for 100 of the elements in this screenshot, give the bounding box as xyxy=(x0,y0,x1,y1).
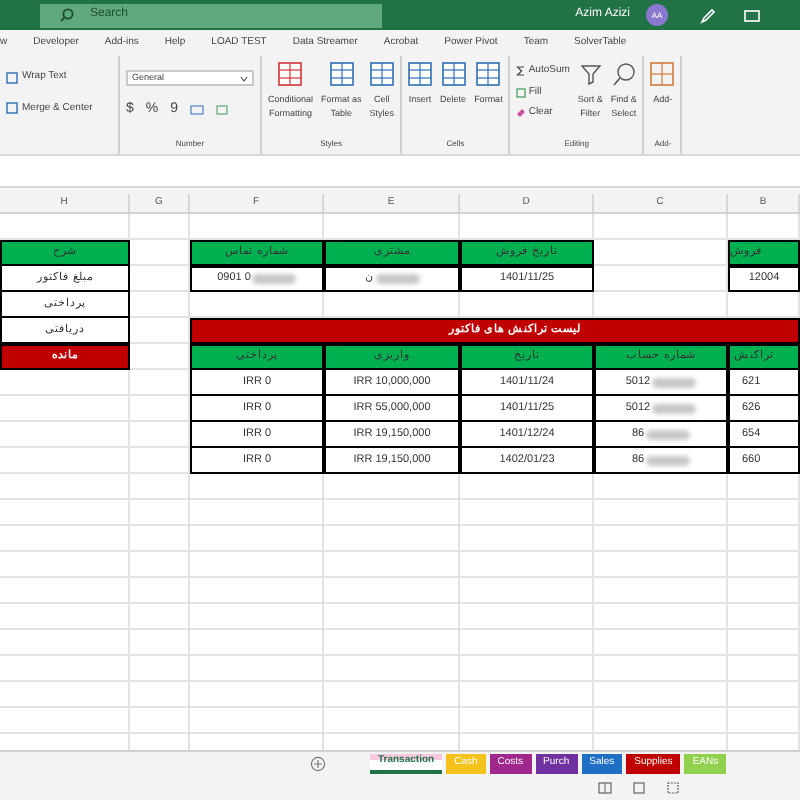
empty-cell[interactable] xyxy=(460,604,594,630)
empty-cell[interactable] xyxy=(190,552,324,578)
empty-cell[interactable] xyxy=(594,578,728,604)
empty-cell[interactable] xyxy=(130,656,190,682)
empty-cell[interactable] xyxy=(0,552,130,578)
empty-cell[interactable] xyxy=(190,682,324,708)
empty-cell[interactable] xyxy=(0,708,130,734)
empty-cell[interactable] xyxy=(728,578,800,604)
chevron-down-icon xyxy=(240,75,248,81)
empty-cell[interactable] xyxy=(130,578,190,604)
empty-cell[interactable] xyxy=(324,708,460,734)
empty-cell[interactable] xyxy=(0,422,130,448)
empty-cell[interactable] xyxy=(130,214,190,240)
empty-cell[interactable] xyxy=(324,630,460,656)
empty-cell[interactable] xyxy=(728,500,800,526)
empty-cell[interactable] xyxy=(190,708,324,734)
empty-cell[interactable] xyxy=(0,370,130,396)
empty-cell[interactable] xyxy=(594,266,728,292)
empty-cell[interactable] xyxy=(130,422,190,448)
empty-cell[interactable] xyxy=(324,526,460,552)
empty-cell[interactable] xyxy=(460,526,594,552)
empty-cell[interactable] xyxy=(460,656,594,682)
empty-cell[interactable] xyxy=(130,708,190,734)
empty-cell[interactable] xyxy=(594,500,728,526)
empty-cell[interactable] xyxy=(190,604,324,630)
empty-cell[interactable] xyxy=(190,578,324,604)
empty-cell[interactable] xyxy=(0,630,130,656)
empty-cell[interactable] xyxy=(0,656,130,682)
table-grid-icon xyxy=(441,62,466,86)
empty-cell[interactable] xyxy=(190,474,324,500)
empty-cell[interactable] xyxy=(324,500,460,526)
empty-cell[interactable] xyxy=(130,396,190,422)
empty-cell[interactable] xyxy=(594,552,728,578)
empty-cell[interactable] xyxy=(0,526,130,552)
empty-cell[interactable] xyxy=(728,656,800,682)
add-ins-icon xyxy=(650,62,675,86)
empty-cell[interactable] xyxy=(324,656,460,682)
empty-cell[interactable] xyxy=(324,604,460,630)
empty-cell[interactable] xyxy=(0,682,130,708)
empty-cell[interactable] xyxy=(190,630,324,656)
empty-cell[interactable] xyxy=(728,682,800,708)
empty-cell[interactable] xyxy=(130,266,190,292)
empty-cell[interactable] xyxy=(0,500,130,526)
empty-cell[interactable] xyxy=(0,448,130,474)
empty-cell[interactable] xyxy=(594,214,728,240)
empty-cell[interactable] xyxy=(130,448,190,474)
empty-cell[interactable] xyxy=(594,656,728,682)
empty-cell[interactable] xyxy=(130,526,190,552)
empty-cell[interactable] xyxy=(594,604,728,630)
empty-cell[interactable] xyxy=(324,682,460,708)
add-sheet-icon xyxy=(310,756,326,772)
empty-cell[interactable] xyxy=(594,708,728,734)
empty-cell[interactable] xyxy=(460,474,594,500)
empty-cell[interactable] xyxy=(728,708,800,734)
search-icon xyxy=(60,8,74,22)
empty-cell[interactable] xyxy=(728,526,800,552)
empty-cell[interactable] xyxy=(460,500,594,526)
empty-cell[interactable] xyxy=(460,682,594,708)
empty-cell[interactable] xyxy=(130,604,190,630)
table-grid-icon xyxy=(476,62,501,86)
empty-cell[interactable] xyxy=(594,682,728,708)
empty-cell[interactable] xyxy=(728,630,800,656)
empty-cell[interactable] xyxy=(0,604,130,630)
table-grid-icon xyxy=(408,62,433,86)
empty-cell[interactable] xyxy=(130,500,190,526)
table-grid-icon xyxy=(329,62,354,86)
empty-cell[interactable] xyxy=(130,292,190,318)
empty-cell[interactable] xyxy=(460,708,594,734)
page-break-icon xyxy=(666,782,680,794)
empty-cell[interactable] xyxy=(594,474,728,500)
magnifier-icon xyxy=(611,62,636,86)
empty-cell[interactable] xyxy=(324,552,460,578)
empty-cell[interactable] xyxy=(728,474,800,500)
empty-cell[interactable] xyxy=(130,370,190,396)
empty-cell[interactable] xyxy=(0,396,130,422)
empty-cell[interactable] xyxy=(0,578,130,604)
empty-cell[interactable] xyxy=(460,552,594,578)
empty-cell[interactable] xyxy=(594,630,728,656)
empty-cell[interactable] xyxy=(460,578,594,604)
empty-cell[interactable] xyxy=(130,682,190,708)
empty-cell[interactable] xyxy=(130,474,190,500)
empty-cell[interactable] xyxy=(190,500,324,526)
empty-cell[interactable] xyxy=(728,552,800,578)
funnel-icon xyxy=(578,62,603,86)
empty-cell[interactable] xyxy=(190,656,324,682)
empty-cell[interactable] xyxy=(324,474,460,500)
empty-cell[interactable] xyxy=(594,526,728,552)
pen-icon xyxy=(700,7,716,23)
table-grid-icon xyxy=(369,62,394,86)
empty-cell[interactable] xyxy=(130,552,190,578)
empty-cell[interactable] xyxy=(728,604,800,630)
empty-cell[interactable] xyxy=(324,578,460,604)
empty-cell[interactable] xyxy=(130,630,190,656)
page-layout-icon xyxy=(632,782,646,794)
empty-cell[interactable] xyxy=(190,526,324,552)
window-icon xyxy=(744,7,760,23)
eraser-icon xyxy=(516,108,527,119)
sigma-icon xyxy=(516,66,527,77)
empty-cell[interactable] xyxy=(460,630,594,656)
empty-cell[interactable] xyxy=(0,474,130,500)
